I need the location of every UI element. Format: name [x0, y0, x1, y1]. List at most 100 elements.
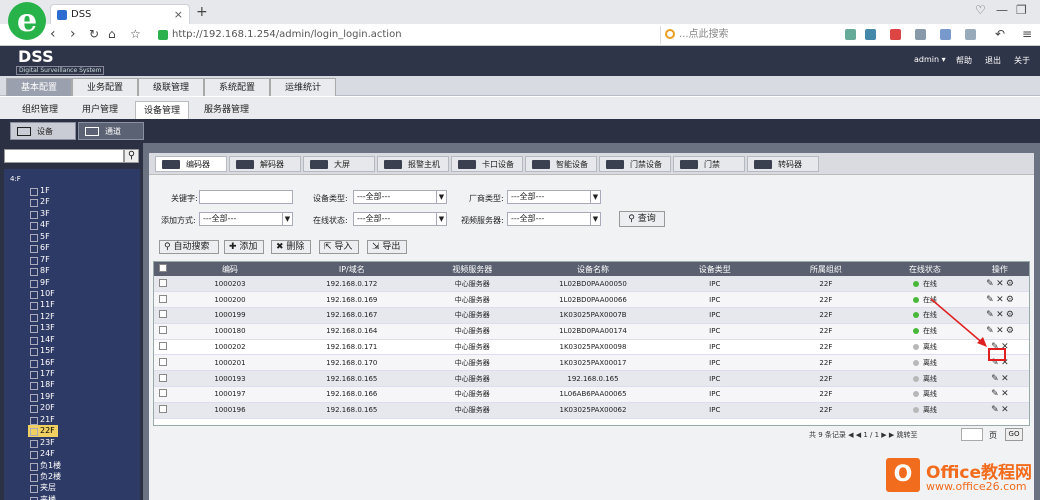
table-row[interactable]: 1000201 192.168.0.170 中心服务器 1K03025PAX00017…	[154, 354, 1029, 372]
type-tab-button[interactable]: 报警主机	[377, 156, 449, 172]
logout-link[interactable]: 退出	[985, 55, 1001, 66]
forward-icon[interactable]: ›	[70, 26, 76, 42]
tab-system-config[interactable]: 系统配置	[204, 78, 270, 96]
type-tab-button[interactable]: 卡口设备	[451, 156, 523, 172]
tab-server-manage[interactable]: 服务器管理	[196, 101, 257, 119]
device-type-select[interactable]: ---全部--- ▼	[353, 190, 447, 204]
tab-business-config[interactable]: 业务配置	[72, 78, 138, 96]
type-tab-button[interactable]: 转码器	[747, 156, 819, 172]
tab-device-manage[interactable]: 设备管理	[135, 101, 190, 119]
row-checkbox[interactable]	[158, 310, 167, 319]
delete-icon[interactable]: ✕	[1000, 374, 1010, 384]
tree-item[interactable]: 5F	[28, 231, 61, 243]
vendor-select[interactable]: ---全部--- ▼	[507, 190, 601, 204]
help-link[interactable]: 帮助	[956, 55, 972, 66]
tree-item[interactable]: 3F	[28, 208, 61, 220]
table-row[interactable]: 1000200 192.168.0.169 中心服务器 1L02BD0PAA00066…	[154, 291, 1029, 309]
row-checkbox[interactable]	[158, 294, 167, 303]
type-tab-button[interactable]: 门禁	[673, 156, 745, 172]
zoom-icon[interactable]	[965, 29, 976, 40]
table-row[interactable]: 1000193 192.168.0.165 中心服务器 192.168.0.165 IP…	[154, 370, 1029, 388]
type-tab-button[interactable]: 编码器	[155, 156, 227, 172]
settings-gear-icon[interactable]: ⚙	[1005, 279, 1015, 289]
tree-item[interactable]: 6F	[28, 242, 61, 254]
tree-item[interactable]: 21F	[28, 414, 61, 426]
tree-root[interactable]: 4:F	[10, 175, 21, 183]
tree-item[interactable]: 9F	[28, 277, 61, 288]
table-row[interactable]: 1000197 192.168.0.166 中心服务器 1L06AB6PAA00065…	[154, 386, 1029, 403]
user-menu[interactable]: admin ▾	[914, 55, 946, 64]
tree-item[interactable]: 7F	[28, 254, 61, 266]
tree-item[interactable]: 13F	[28, 322, 61, 334]
row-checkbox[interactable]	[158, 373, 167, 382]
type-tab-button[interactable]: 门禁设备	[599, 156, 671, 172]
tab-org-manage[interactable]: 组织管理	[14, 101, 66, 119]
tree-item[interactable]: 夹层	[28, 482, 61, 494]
tree-item[interactable]: 20F	[28, 402, 61, 414]
type-tab-button[interactable]: 解码器	[229, 156, 301, 172]
keyword-input[interactable]	[199, 190, 293, 204]
tab-basic-config[interactable]: 基本配置	[6, 78, 72, 96]
menu-icon[interactable]: ≡	[1022, 27, 1032, 41]
tree-item[interactable]: 负1楼	[28, 460, 61, 471]
tree-item[interactable]: 22F	[28, 425, 58, 437]
type-tab-button[interactable]: 智能设备	[525, 156, 597, 172]
video-server-select[interactable]: ---全部--- ▼	[507, 212, 601, 226]
tree-item[interactable]: 14F	[28, 334, 61, 346]
tree-item[interactable]: 18F	[28, 379, 61, 391]
undo-icon[interactable]: ↶	[995, 27, 1005, 41]
extension-icon[interactable]	[845, 29, 856, 40]
add-button[interactable]: ✚ 添加	[224, 240, 264, 254]
extension-icon[interactable]	[915, 29, 926, 40]
delete-icon[interactable]: ✕	[1000, 405, 1010, 415]
pin-icon[interactable]: ♡	[975, 3, 986, 17]
tree-item[interactable]: 负2楼	[28, 471, 61, 483]
back-icon[interactable]: ‹	[50, 26, 56, 42]
table-row[interactable]: 1000180 192.168.0.164 中心服务器 1L02BD0PAA00174…	[154, 323, 1029, 340]
favorite-star-icon[interactable]: ☆	[130, 27, 141, 41]
online-status-select[interactable]: ---全部--- ▼	[353, 212, 447, 226]
import-button[interactable]: ⇱ 导入	[319, 240, 359, 254]
table-row[interactable]: 1000196 192.168.0.165 中心服务器 1K03025PAX00062…	[154, 402, 1029, 419]
tree-item[interactable]: 15F	[28, 345, 61, 357]
restore-icon[interactable]: ❐	[1016, 3, 1027, 17]
row-checkbox[interactable]	[158, 389, 167, 398]
tree-item[interactable]: 17F	[28, 368, 61, 380]
tree-item[interactable]: 1F	[28, 185, 61, 197]
reload-icon[interactable]: ↻	[89, 27, 99, 41]
edit-icon[interactable]: ✎	[990, 374, 1000, 384]
tree-item[interactable]: 12F	[28, 311, 61, 323]
row-checkbox[interactable]	[158, 278, 167, 287]
search-icon[interactable]: ⚲	[124, 149, 139, 163]
extension-icon[interactable]	[890, 29, 901, 40]
table-row[interactable]: 1000202 192.168.0.171 中心服务器 1K03025PAX00098…	[154, 339, 1029, 356]
home-icon[interactable]: ⌂	[108, 27, 116, 41]
type-tab-button[interactable]: 大屏	[303, 156, 375, 172]
url-field[interactable]: http://192.168.1.254/admin/login_login.a…	[156, 26, 626, 44]
tree-item[interactable]: 4F	[28, 219, 61, 231]
tree-item[interactable]: 24F	[28, 448, 61, 460]
minimize-icon[interactable]: —	[996, 3, 1008, 17]
delete-icon[interactable]: ✕	[1000, 389, 1010, 399]
table-row[interactable]: 1000203 192.168.0.172 中心服务器 1L02BD0PAA00050…	[154, 276, 1029, 293]
delete-icon[interactable]: ✕	[995, 279, 1005, 289]
tab-ops-stats[interactable]: 运维统计	[270, 78, 336, 96]
row-checkbox[interactable]	[158, 357, 167, 366]
about-link[interactable]: 关于	[1014, 55, 1030, 66]
tab-user-manage[interactable]: 用户管理	[74, 101, 126, 119]
tree-item[interactable]: 2F	[28, 196, 61, 208]
tab-cascade[interactable]: 级联管理	[138, 78, 204, 96]
export-button[interactable]: ⇲ 导出	[367, 240, 407, 254]
row-checkbox[interactable]	[158, 405, 167, 414]
query-button[interactable]: ⚲ 查询	[619, 211, 665, 227]
extension-icon[interactable]	[940, 29, 951, 40]
add-mode-select[interactable]: ---全部--- ▼	[199, 212, 293, 226]
row-checkbox[interactable]	[158, 326, 167, 335]
tree-item[interactable]: 夹楼	[28, 494, 61, 500]
tree-search-input[interactable]	[4, 149, 124, 163]
go-button[interactable]: GO	[1005, 428, 1023, 441]
settings-gear-icon[interactable]: ⚙	[1005, 326, 1015, 336]
tree-item[interactable]: 11F	[28, 299, 61, 311]
edit-icon[interactable]: ✎	[990, 389, 1000, 399]
edit-icon[interactable]: ✎	[990, 405, 1000, 415]
